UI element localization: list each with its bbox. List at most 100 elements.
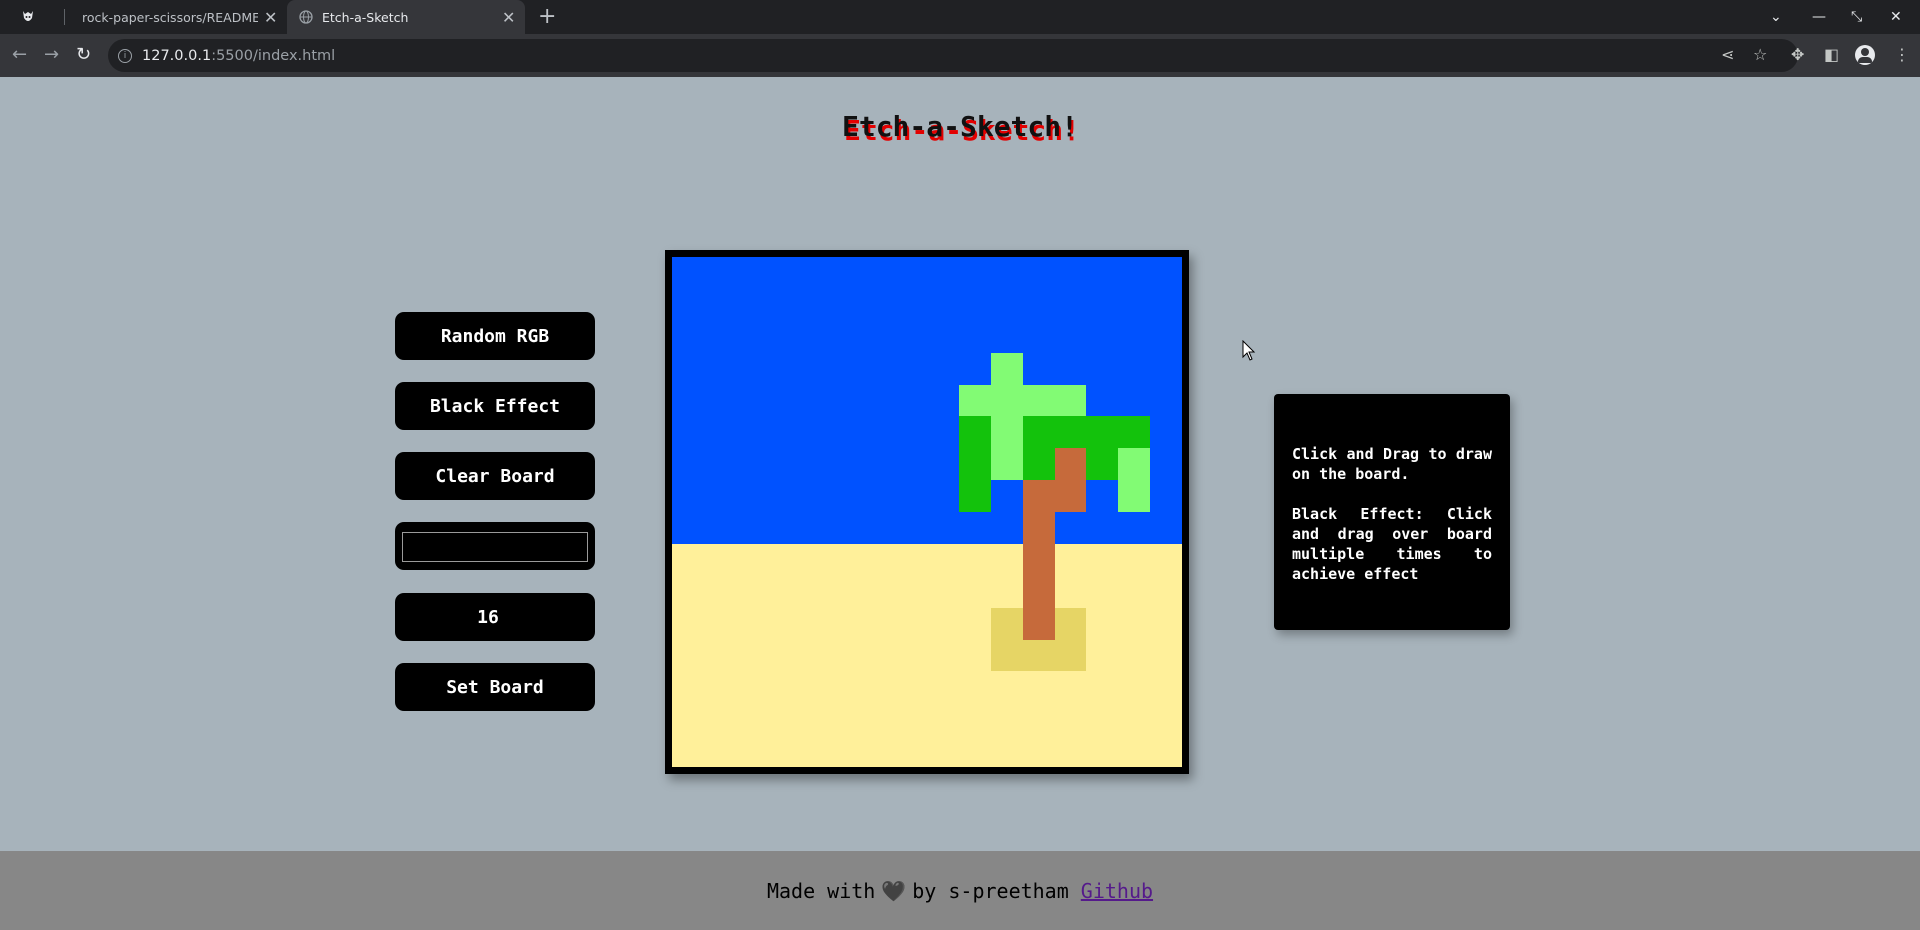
grid-cell[interactable] (927, 320, 959, 353)
grid-cell[interactable] (799, 257, 832, 289)
grid-cell[interactable] (1086, 288, 1119, 321)
grid-cell[interactable] (895, 257, 927, 289)
grid-cell[interactable] (927, 288, 959, 321)
grid-cell[interactable] (831, 448, 864, 481)
grid-cell[interactable] (767, 671, 800, 704)
grid-cell[interactable] (958, 543, 991, 576)
grid-cell[interactable] (799, 671, 832, 704)
grid-cell[interactable] (767, 352, 800, 385)
grid-cell[interactable] (927, 480, 959, 512)
grid-cell[interactable] (990, 671, 1023, 704)
grid-cell[interactable] (1150, 384, 1182, 417)
grid-cell[interactable] (1054, 575, 1087, 608)
grid-cell[interactable] (1118, 639, 1151, 672)
grid-cell[interactable] (831, 352, 864, 385)
grid-cell[interactable] (703, 735, 736, 767)
grid-cell[interactable] (703, 575, 736, 608)
grid-cell[interactable] (927, 352, 959, 385)
grid-cell[interactable] (1150, 575, 1182, 608)
grid-cell[interactable] (1086, 352, 1119, 385)
grid-cell[interactable] (1150, 671, 1182, 704)
grid-cell[interactable] (799, 416, 832, 449)
grid-cell[interactable] (990, 288, 1023, 321)
grid-cell[interactable] (863, 480, 896, 512)
grid-cell[interactable] (1022, 480, 1055, 512)
grid-cell[interactable] (1022, 671, 1055, 704)
grid-cell[interactable] (1150, 512, 1182, 544)
grid-cell[interactable] (1118, 416, 1151, 449)
grid-cell[interactable] (927, 512, 959, 544)
grid-cell[interactable] (863, 735, 896, 767)
grid-cell[interactable] (927, 735, 959, 767)
grid-cell[interactable] (799, 607, 832, 640)
grid-cell[interactable] (1118, 257, 1151, 289)
grid-cell[interactable] (1086, 735, 1119, 767)
grid-cell[interactable] (863, 384, 896, 417)
grid-cell[interactable] (1150, 607, 1182, 640)
grid-cell[interactable] (672, 575, 704, 608)
grid-cell[interactable] (767, 735, 800, 767)
grid-cell[interactable] (799, 288, 832, 321)
grid-cell[interactable] (895, 703, 927, 736)
grid-cell[interactable] (703, 639, 736, 672)
grid-cell[interactable] (863, 639, 896, 672)
grid-cell[interactable] (1054, 639, 1087, 672)
grid-cell[interactable] (927, 671, 959, 704)
grid-cell[interactable] (895, 543, 927, 576)
grid-cell[interactable] (1022, 543, 1055, 576)
address-bar[interactable]: i 127.0.0.1:5500/index.html (108, 39, 1798, 72)
grid-cell[interactable] (990, 543, 1023, 576)
grid-cell[interactable] (927, 416, 959, 449)
grid-cell[interactable] (1086, 320, 1119, 353)
grid-cell[interactable] (1150, 416, 1182, 449)
grid-cell[interactable] (735, 288, 768, 321)
grid-cell[interactable] (895, 671, 927, 704)
grid-cell[interactable] (703, 352, 736, 385)
grid-cell[interactable] (1022, 607, 1055, 640)
grid-cell[interactable] (735, 480, 768, 512)
grid-cell[interactable] (735, 416, 768, 449)
grid-cell[interactable] (767, 448, 800, 481)
grid-cell[interactable] (735, 448, 768, 481)
grid-cell[interactable] (863, 288, 896, 321)
set-board-button[interactable]: Set Board (395, 663, 595, 711)
grid-cell[interactable] (927, 639, 959, 672)
site-info-icon[interactable]: i (118, 48, 132, 63)
grid-cell[interactable] (1022, 384, 1055, 417)
grid-cell[interactable] (863, 352, 896, 385)
sketch-grid[interactable] (672, 257, 1182, 767)
grid-cell[interactable] (1118, 703, 1151, 736)
grid-cell[interactable] (863, 416, 896, 449)
grid-cell[interactable] (672, 384, 704, 417)
grid-cell[interactable] (1118, 320, 1151, 353)
grid-cell[interactable] (958, 512, 991, 544)
grid-cell[interactable] (1022, 703, 1055, 736)
grid-cell[interactable] (703, 480, 736, 512)
grid-cell[interactable] (831, 543, 864, 576)
grid-cell[interactable] (1054, 607, 1087, 640)
grid-cell[interactable] (1150, 543, 1182, 576)
grid-cell[interactable] (863, 607, 896, 640)
grid-cell[interactable] (895, 480, 927, 512)
grid-cell[interactable] (895, 607, 927, 640)
grid-cell[interactable] (799, 735, 832, 767)
grid-cell[interactable] (767, 384, 800, 417)
tab-search-chevron-icon[interactable]: ⌄ (1770, 0, 1782, 34)
grid-cell[interactable] (1086, 543, 1119, 576)
grid-cell[interactable] (895, 384, 927, 417)
grid-cell[interactable] (1054, 512, 1087, 544)
grid-cell[interactable] (831, 257, 864, 289)
grid-cell[interactable] (672, 448, 704, 481)
tab-etch-a-sketch[interactable]: Etch-a-Sketch ✕ (287, 0, 525, 34)
grid-cell[interactable] (703, 416, 736, 449)
grid-cell[interactable] (831, 288, 864, 321)
grid-cell[interactable] (895, 448, 927, 481)
grid-cell[interactable] (831, 607, 864, 640)
grid-cell[interactable] (735, 703, 768, 736)
grid-cell[interactable] (1054, 257, 1087, 289)
grid-cell[interactable] (799, 352, 832, 385)
grid-cell[interactable] (1086, 607, 1119, 640)
grid-cell[interactable] (863, 512, 896, 544)
grid-cell[interactable] (863, 575, 896, 608)
grid-cell[interactable] (958, 257, 991, 289)
